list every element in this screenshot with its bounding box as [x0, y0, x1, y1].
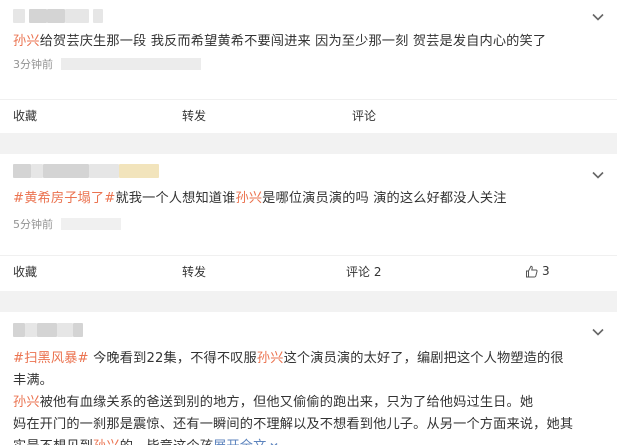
post-text: 丰满。: [13, 373, 54, 388]
mention-name: 孙兴: [235, 191, 263, 206]
expand-chevron-icon[interactable]: [269, 436, 279, 445]
repost-label: 转发: [182, 264, 207, 279]
mention-name: 孙兴: [13, 395, 40, 410]
post-meta: 5分钟前: [13, 217, 121, 231]
like-button[interactable]: 3: [525, 256, 550, 286]
comment-label: 评论: [352, 108, 377, 123]
source-blurred: [61, 58, 201, 70]
like-count: 3: [542, 264, 550, 278]
repost-button[interactable]: 转发: [182, 256, 206, 286]
post-card: #黄希房子塌了#就我一个人想知道谁孙兴是哪位演员演的吗 演的这么好都没人关注 5…: [0, 154, 617, 291]
post-content: 孙兴给贺芸庆生那一段 我反而希望黄希不要闯进来 因为至少那一刻 贺芸是发自内心的…: [13, 32, 603, 52]
source-blurred: [61, 218, 121, 230]
repost-button[interactable]: 转发: [182, 100, 206, 130]
avatar-username-blurred: [13, 9, 103, 23]
avatar-username-blurred: [13, 323, 83, 337]
post-text: 的，毕竟这个孩: [120, 436, 213, 445]
chevron-down-icon[interactable]: [591, 10, 605, 24]
post-card: 孙兴给贺芸庆生那一段 我反而希望黄希不要闯进来 因为至少那一刻 贺芸是发自内心的…: [0, 0, 617, 133]
expand-full-text-link[interactable]: 展开全文: [213, 436, 266, 445]
post-content: #扫黑风暴# 今晚看到22集，不得不叹服孙兴这个演员演的太好了，编剧把这个人物塑…: [13, 348, 603, 445]
chevron-down-icon[interactable]: [591, 168, 605, 182]
hashtag-link[interactable]: #黄希房子塌了#: [13, 191, 115, 206]
post-text: 被他有血缘关系的爸送到别的地方，但他又偷偷的跑出来，只为了给他妈过生日。她: [39, 395, 534, 410]
comment-button[interactable]: 评论 2: [346, 256, 381, 286]
post-text: 就我一个人想知道谁: [115, 191, 236, 206]
post-text: 今晚看到22集，不得不叹服: [88, 351, 257, 366]
post-text: 这个演员演的太好了，编剧把这个人物塑造的很: [283, 351, 564, 366]
action-bar: 收藏 转发 评论 2 3: [0, 255, 617, 285]
mention-name: 孙兴: [256, 351, 284, 366]
post-card: #扫黑风暴# 今晚看到22集，不得不叹服孙兴这个演员演的太好了，编剧把这个人物塑…: [0, 312, 617, 445]
favorite-label: 收藏: [13, 108, 38, 123]
post-meta: 3分钟前: [13, 57, 201, 71]
favorite-button[interactable]: 收藏: [13, 100, 37, 130]
post-text: 给贺芸庆生那一段 我反而希望黄希不要闯进来 因为至少那一刻 贺芸是发自内心的笑了: [39, 34, 547, 49]
post-content: #黄希房子塌了#就我一个人想知道谁孙兴是哪位演员演的吗 演的这么好都没人关注: [13, 189, 603, 209]
thumbs-up-icon: [525, 265, 538, 278]
action-bar: 收藏 转发 评论: [0, 99, 617, 129]
mention-name: 孙兴: [93, 436, 120, 445]
post-time: 3分钟前: [13, 58, 53, 71]
favorite-label: 收藏: [13, 264, 38, 279]
chevron-down-icon[interactable]: [591, 325, 605, 339]
comment-button[interactable]: 评论: [352, 100, 376, 130]
favorite-button[interactable]: 收藏: [13, 256, 37, 286]
post-text: 妈在开门的一刹那是震惊、还有一瞬间的不理解以及不想看到他儿子。从另一个方面来说，…: [13, 417, 574, 432]
post-time: 5分钟前: [13, 218, 53, 231]
post-text: 是哪位演员演的吗 演的这么好都没人关注: [262, 191, 507, 206]
hashtag-link[interactable]: #扫黑风暴#: [13, 351, 89, 366]
avatar-username-blurred: [13, 164, 159, 178]
post-text: 实是不想见到: [13, 436, 93, 445]
comment-label: 评论 2: [346, 264, 382, 279]
mention-name: 孙兴: [13, 34, 40, 49]
repost-label: 转发: [182, 108, 207, 123]
